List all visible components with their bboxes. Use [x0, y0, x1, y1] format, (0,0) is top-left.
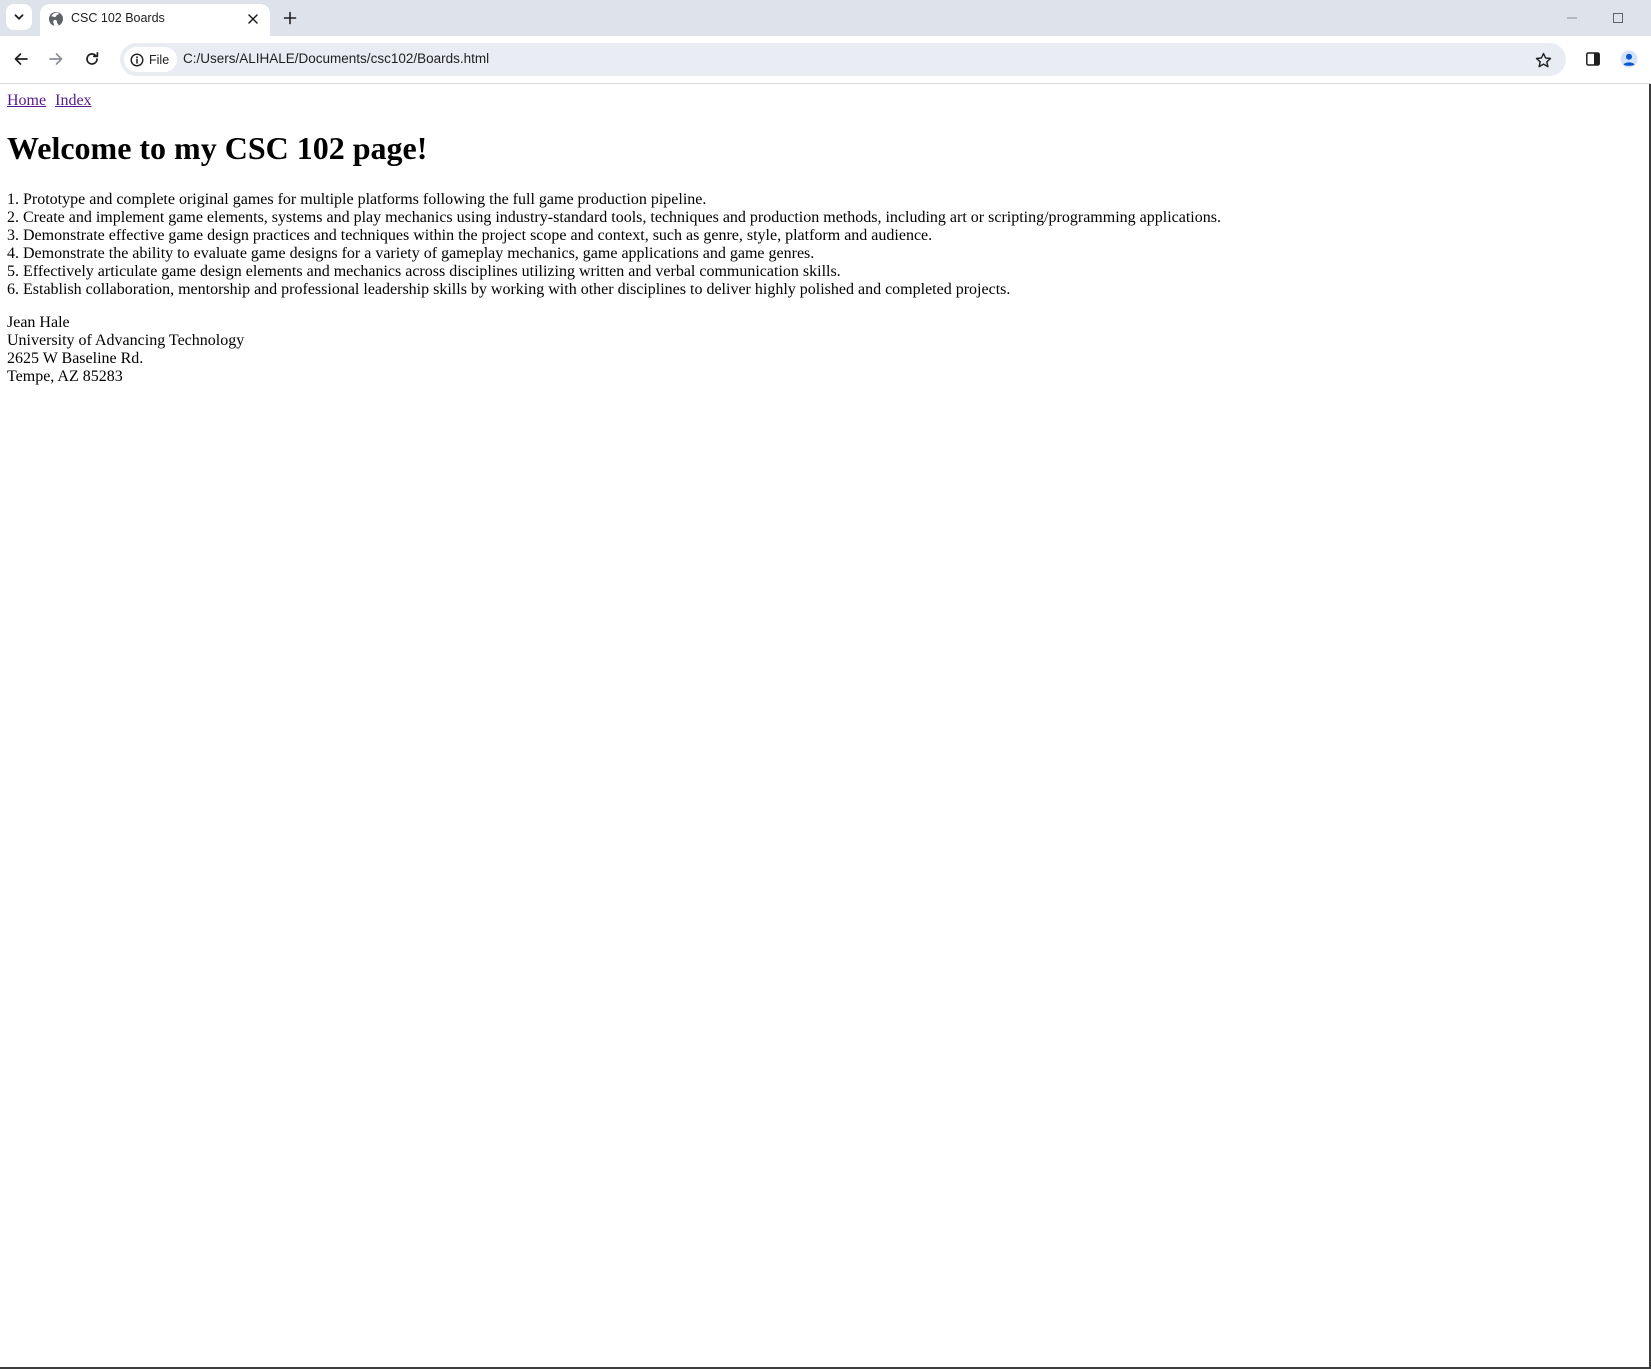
- home-link[interactable]: Home: [7, 92, 46, 109]
- objective-item: 5. Effectively articulate game design el…: [7, 263, 841, 280]
- objective-item: 4. Demonstrate the ability to evaluate g…: [7, 245, 815, 262]
- tab-title: CSC 102 Boards: [71, 11, 165, 25]
- new-tab-button[interactable]: [278, 6, 302, 30]
- contact-street: 2625 W Baseline Rd.: [7, 350, 144, 367]
- star-icon: [1535, 52, 1551, 67]
- objective-item: 6. Establish collaboration, mentorship a…: [7, 281, 1011, 298]
- tab-close-button[interactable]: [244, 10, 262, 28]
- info-icon: [130, 52, 144, 67]
- maximize-icon: [1613, 13, 1623, 23]
- objective-item: 2. Create and implement game elements, s…: [7, 209, 1221, 226]
- address-bar[interactable]: File C:/Users/ALIHALE/Documents/csc102/B…: [120, 43, 1566, 76]
- objectives-list: 1. Prototype and complete original games…: [7, 191, 1221, 299]
- tab-search-button[interactable]: [6, 4, 32, 30]
- page-viewport: Home Index Welcome to my CSC 102 page! 1.…: [0, 84, 1651, 1369]
- browser-toolbar: File C:/Users/ALIHALE/Documents/csc102/B…: [0, 36, 1651, 84]
- contact-organization: University of Advancing Technology: [7, 332, 245, 349]
- reload-icon: [86, 51, 99, 65]
- contact-city: Tempe, AZ 85283: [7, 368, 123, 385]
- tab-strip: CSC 102 Boards: [0, 0, 1651, 36]
- plus-icon: [283, 11, 297, 25]
- arrow-right-icon: [49, 53, 63, 65]
- contact-name: Jean Hale: [7, 314, 70, 331]
- profile-icon: [1620, 50, 1638, 68]
- globe-icon: [49, 12, 63, 26]
- close-icon: [248, 14, 258, 24]
- objective-item: 3. Demonstrate effective game design pra…: [7, 227, 933, 244]
- url-text[interactable]: C:/Users/ALIHALE/Documents/csc102/Boards…: [183, 51, 489, 66]
- index-link[interactable]: Index: [55, 92, 91, 109]
- tab-active[interactable]: CSC 102 Boards: [40, 4, 270, 36]
- site-info-chip[interactable]: File: [124, 47, 178, 72]
- side-panel-button[interactable]: [1580, 46, 1606, 72]
- profile-button[interactable]: [1616, 46, 1642, 72]
- minimize-icon: [1567, 17, 1577, 19]
- forward-button[interactable]: [43, 46, 69, 72]
- side-panel-icon: [1586, 52, 1600, 66]
- window-minimize-button[interactable]: [1560, 6, 1584, 30]
- page-nav: Home Index: [7, 92, 101, 110]
- site-info-label: File: [149, 52, 170, 67]
- browser-window: CSC 102 Boards File C:/Users/ALIHALE/Doc…: [0, 0, 1651, 1369]
- contact-address: Jean Hale University of Advancing Techno…: [7, 314, 244, 386]
- window-maximize-button[interactable]: [1606, 6, 1630, 30]
- arrow-left-icon: [14, 53, 28, 65]
- objective-item: 1. Prototype and complete original games…: [7, 191, 707, 208]
- page-title: Welcome to my CSC 102 page!: [7, 130, 428, 166]
- bookmark-button[interactable]: [1530, 47, 1556, 73]
- back-button[interactable]: [8, 46, 34, 72]
- chevron-down-icon: [14, 14, 24, 20]
- reload-button[interactable]: [79, 46, 105, 72]
